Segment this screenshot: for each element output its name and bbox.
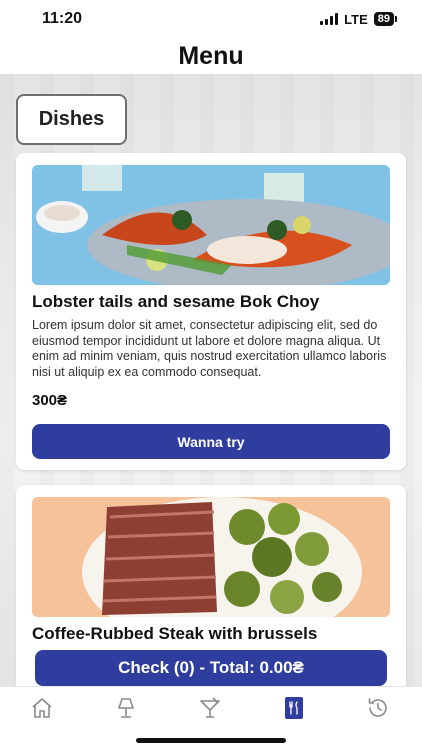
steak-dish-photo <box>32 497 390 617</box>
section-chip-dishes[interactable]: Dishes <box>16 94 127 145</box>
home-icon <box>32 698 52 718</box>
steak-illustration <box>32 497 390 617</box>
menu-book-icon <box>285 697 303 719</box>
signal-icon <box>320 13 339 25</box>
dish-description: Lorem ipsum dolor sit amet, consectetur … <box>32 318 387 379</box>
dish-title: Coffee-Rubbed Steak with brussels <box>32 624 318 643</box>
cocktail-icon <box>200 697 220 718</box>
dish-title: Lobster tails and sesame Bok Choy <box>32 292 320 311</box>
home-indicator <box>136 738 286 743</box>
tab-home[interactable] <box>22 693 62 723</box>
wanna-try-button[interactable]: Wanna try <box>32 424 390 459</box>
tab-history[interactable] <box>358 693 398 723</box>
dish-price: 300₴ <box>32 392 68 409</box>
lobster-dish-photo <box>32 165 390 285</box>
dish-card[interactable]: Lobster tails and sesame Bok Choy Lorem … <box>16 153 406 470</box>
tab-menu[interactable] <box>274 693 314 723</box>
status-time: 11:20 <box>42 10 83 27</box>
lobster-illustration <box>32 165 390 285</box>
battery-icon: 89 <box>373 12 398 26</box>
status-bar: 11:20 LTE 89 <box>0 0 422 38</box>
tab-cocktail[interactable] <box>190 693 230 723</box>
tab-lamp[interactable] <box>106 693 146 723</box>
header: Menu <box>0 38 422 74</box>
network-label: LTE <box>344 11 368 27</box>
lamp-icon <box>118 698 134 718</box>
page-title: Menu <box>178 41 244 70</box>
menu-content[interactable]: Dishes Lobster tails and sesame Bok Choy… <box>0 74 422 686</box>
status-indicators: LTE 89 <box>320 11 398 27</box>
check-total-button[interactable]: Check (0) - Total: 0.00₴ <box>35 650 387 686</box>
history-icon <box>368 698 387 717</box>
